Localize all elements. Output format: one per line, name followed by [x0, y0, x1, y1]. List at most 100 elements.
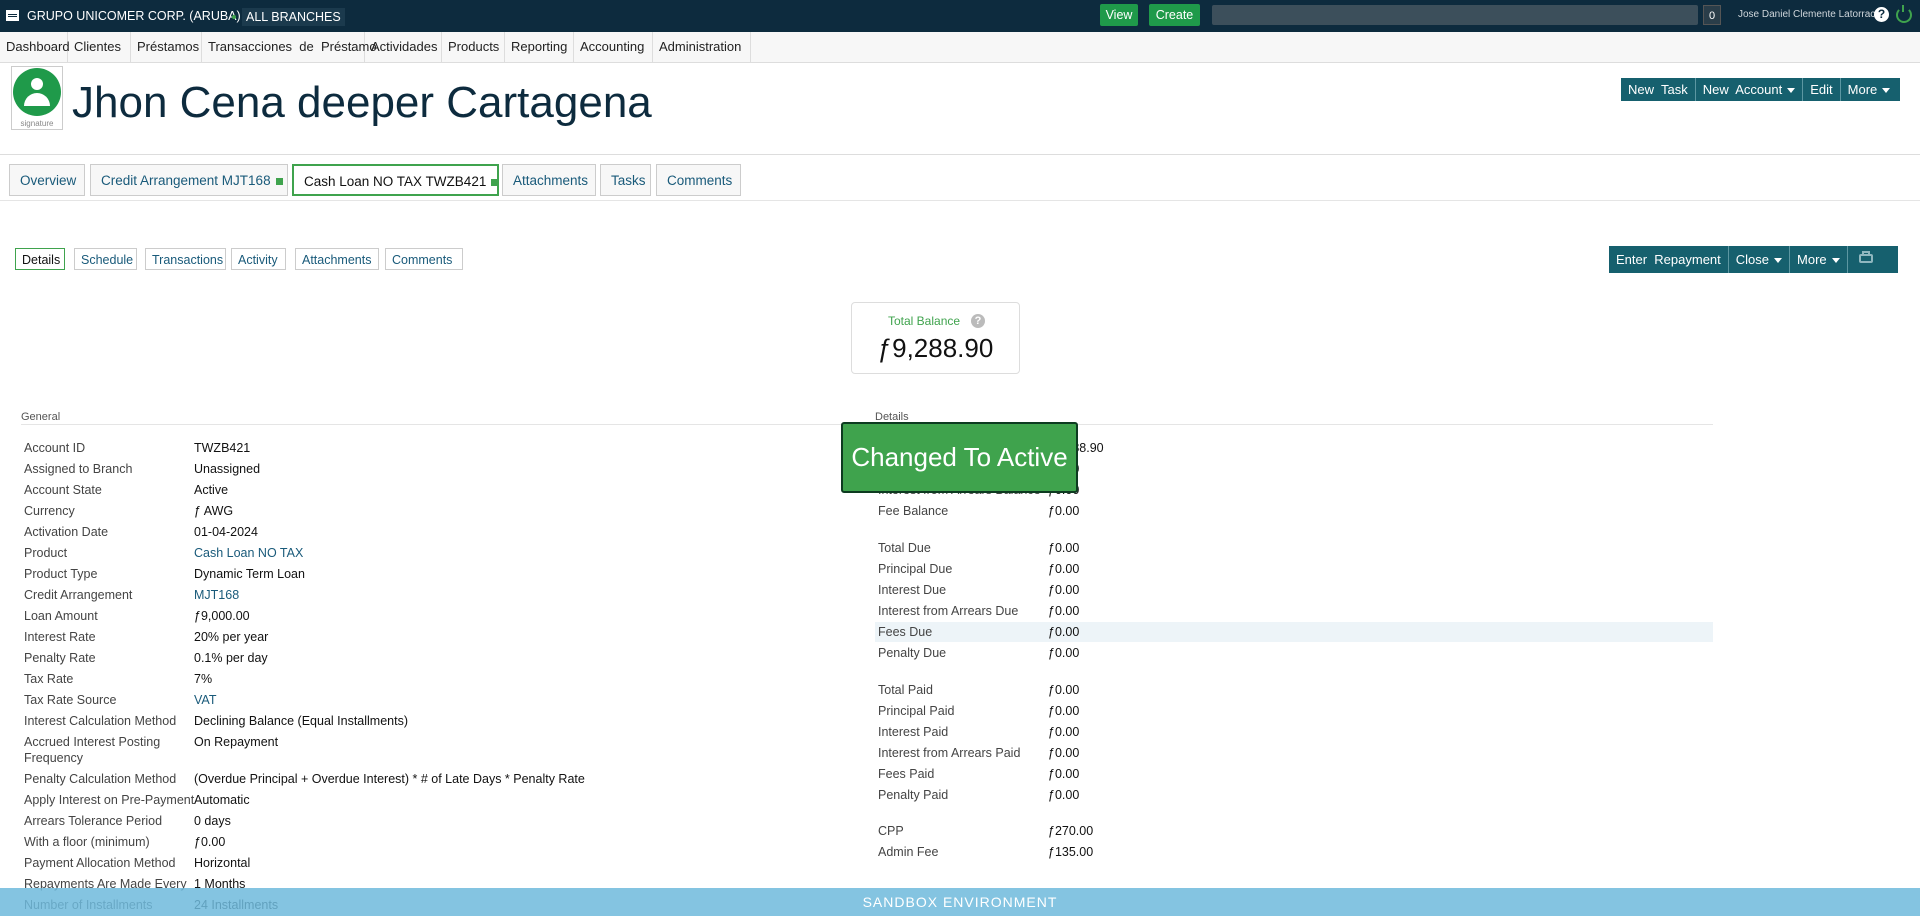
field-value: 7% [194, 672, 213, 686]
field-value: ƒ0.00 [1048, 583, 1080, 597]
search-input[interactable] [1212, 5, 1698, 25]
header-actions: New Task New Account Edit More [1621, 78, 1901, 101]
field-label: Loan Amount [24, 609, 98, 623]
status-indicator [491, 178, 499, 186]
create-button[interactable]: Create [1149, 4, 1200, 26]
field-label: With a floor (minimum) [24, 835, 150, 849]
field-value: Dynamic Term Loan [194, 567, 305, 581]
nav-reporting[interactable]: Reporting [505, 32, 574, 62]
field-value: ƒ0.00 [1048, 767, 1080, 781]
notification-count[interactable]: 0 [1703, 5, 1721, 25]
status-toast: Changed To Active [841, 422, 1078, 493]
avatar[interactable]: signature [11, 66, 63, 130]
tab-overview[interactable]: Overview [9, 164, 85, 196]
field-label: Total Due [878, 541, 931, 555]
power-icon[interactable] [1896, 5, 1912, 23]
field-value: (Overdue Principal + Overdue Interest) *… [194, 772, 585, 786]
close-button[interactable]: Close [1728, 246, 1791, 273]
field-link[interactable]: VAT [194, 693, 216, 707]
field-value: On Repayment [194, 735, 279, 749]
user-name[interactable]: Jose Daniel Clemente Latorraca [1738, 9, 1881, 20]
total-balance-label: Total Balance [888, 314, 961, 328]
field-value: ƒ135.00 [1048, 845, 1094, 859]
tab-credit-arrangement[interactable]: Credit Arrangement MJT168 [90, 164, 288, 196]
help-icon[interactable]: ? [1874, 7, 1889, 22]
nav-accounting[interactable]: Accounting [574, 32, 653, 62]
question-icon[interactable]: ? [971, 314, 985, 328]
nav-products[interactable]: Products [442, 32, 505, 62]
field-label: Fees Paid [878, 767, 935, 781]
menu-icon[interactable] [6, 10, 19, 21]
more-button[interactable]: More [1840, 78, 1901, 101]
field-label: Penalty Due [878, 646, 947, 660]
general-section-title: General [21, 411, 61, 423]
field-value: 01-04-2024 [194, 525, 258, 539]
caret-down-icon [1831, 258, 1840, 264]
field-label: Penalty Paid [878, 788, 949, 802]
field-value: ƒ0.00 [1048, 683, 1080, 697]
more-actions-button[interactable]: More [1790, 246, 1848, 273]
branch-selector[interactable]: ALL BRANCHES [242, 8, 345, 26]
tab-attachments[interactable]: Attachments [502, 164, 596, 196]
field-value: Active [194, 483, 229, 497]
field-link[interactable]: Cash Loan NO TAX [194, 546, 303, 560]
nav-prestamos[interactable]: Préstamos [131, 32, 202, 62]
field-label: Arrears Tolerance Period [24, 814, 163, 828]
subtab-comments[interactable]: Comments [385, 248, 463, 270]
more-label: More [1797, 252, 1827, 267]
field-label: Interest from Arrears Due [878, 604, 1019, 618]
main-nav: Dashboard Clientes Préstamos Transaccion… [0, 32, 1920, 63]
org-name[interactable]: GRUPO UNICOMER CORP. (ARUBA) [27, 9, 241, 23]
nav-transacciones[interactable]: Transacciones de Préstamo [202, 32, 377, 62]
field-label: Frequency [24, 751, 84, 765]
field-label: Account ID [24, 441, 86, 455]
field-value: ƒ270.00 [1048, 824, 1094, 838]
tab-label: Credit Arrangement MJT168 [101, 173, 271, 188]
field-label: Assigned to Branch [24, 462, 133, 476]
field-value: ƒ0.00 [1048, 604, 1080, 618]
new-task-button[interactable]: New Task [1621, 78, 1696, 101]
field-value: ƒ AWG [194, 504, 234, 518]
row-highlight [875, 622, 1713, 642]
subtab-details[interactable]: Details [15, 248, 65, 270]
field-value: Automatic [194, 793, 250, 807]
divider [21, 424, 859, 425]
subtab-attachments[interactable]: Attachments [295, 248, 379, 270]
tab-cash-loan[interactable]: Cash Loan NO TAX TWZB421 [292, 164, 499, 196]
caret-down-icon [1787, 88, 1796, 94]
branch-dot [232, 15, 236, 19]
field-label: Tax Rate Source [24, 693, 117, 707]
subtab-transactions[interactable]: Transactions [145, 248, 226, 270]
status-indicator [275, 177, 283, 185]
subtab-schedule[interactable]: Schedule [74, 248, 137, 270]
field-label: Account State [24, 483, 102, 497]
tab-comments[interactable]: Comments [656, 164, 741, 196]
top-bar: GRUPO UNICOMER CORP. (ARUBA) ALL BRANCHE… [0, 0, 1920, 32]
field-label: Activation Date [24, 525, 109, 539]
caret-down-icon [1882, 88, 1891, 94]
print-button[interactable] [1847, 246, 1898, 273]
avatar-caption: signature [20, 119, 54, 128]
subtab-activity[interactable]: Activity [231, 248, 286, 270]
edit-button[interactable]: Edit [1803, 78, 1841, 101]
new-account-button[interactable]: New Account [1695, 78, 1804, 101]
view-button[interactable]: View [1100, 4, 1138, 26]
field-label: Accrued Interest Posting [24, 735, 161, 749]
nav-administration[interactable]: Administration [653, 32, 751, 62]
nav-clientes[interactable]: Clientes [68, 32, 131, 62]
field-label: Interest Due [878, 583, 947, 597]
field-label: Apply Interest on Pre-Payment [24, 793, 195, 807]
field-value: 0.1% per day [194, 651, 268, 665]
field-label: Principal Paid [878, 704, 955, 718]
field-value: ƒ0.00 [1048, 541, 1080, 555]
field-label: Currency [24, 504, 75, 518]
field-link[interactable]: MJT168 [194, 588, 239, 602]
field-label: Interest Calculation Method [24, 714, 177, 728]
enter-repayment-button[interactable]: Enter Repayment [1609, 246, 1729, 273]
nav-actividades[interactable]: Actividades [365, 32, 442, 62]
tab-tasks[interactable]: Tasks [600, 164, 651, 196]
nav-dashboard[interactable]: Dashboard [0, 32, 70, 62]
field-value: ƒ0.00 [1048, 725, 1080, 739]
field-label: Interest from Arrears Paid [878, 746, 1021, 760]
total-balance-card: Total Balance ? ƒ9,288.90 [851, 302, 1020, 374]
